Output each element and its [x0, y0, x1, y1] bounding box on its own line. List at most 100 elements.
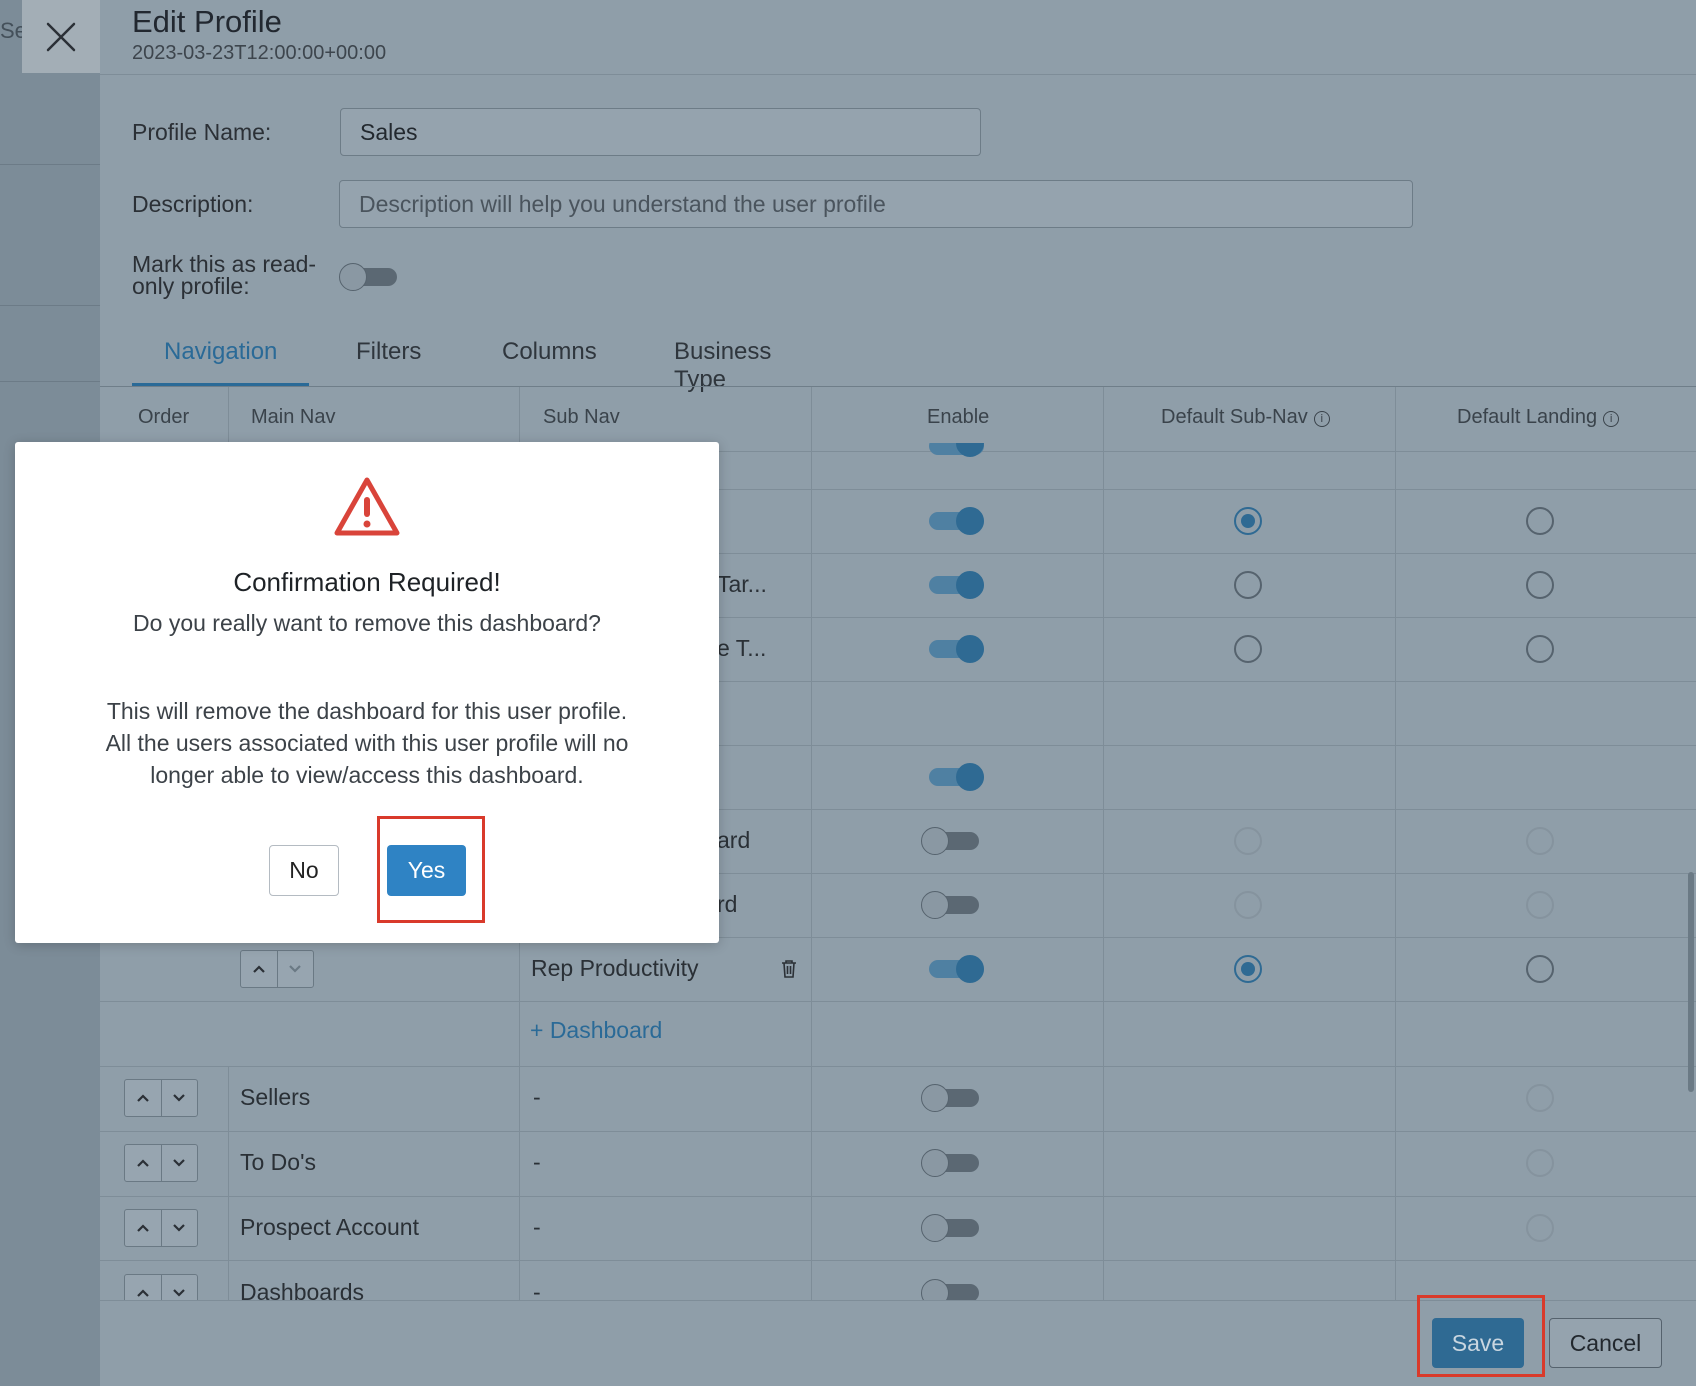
- scrollbar[interactable]: [1688, 872, 1694, 1092]
- readonly-label: Mark this as read- only profile:: [132, 251, 317, 299]
- save-button[interactable]: Save: [1432, 1318, 1524, 1368]
- sub-nav-label: rd: [717, 891, 738, 917]
- column-divider: [228, 1260, 229, 1300]
- move-down-button[interactable]: [160, 1210, 198, 1246]
- main-nav-sellers: Sellers: [240, 1084, 311, 1110]
- readonly-label-line2: only profile:: [132, 273, 250, 299]
- default-landing-radio[interactable]: [1526, 507, 1554, 535]
- tab-filters[interactable]: Filters: [356, 338, 421, 366]
- default-landing-radio[interactable]: [1526, 571, 1554, 599]
- default-sub-nav-radio[interactable]: [1234, 571, 1262, 599]
- default-sub-nav-radio[interactable]: [1234, 635, 1262, 663]
- chevron-up-icon: [136, 1094, 149, 1102]
- main-nav-prospect-account: Prospect Account: [240, 1214, 419, 1240]
- column-divider: [811, 387, 812, 1300]
- chevron-up-icon: [252, 965, 265, 973]
- enable-toggle[interactable]: [926, 954, 984, 983]
- move-up-button[interactable]: [241, 951, 277, 987]
- header-sub-nav: Sub Nav: [543, 406, 620, 428]
- sub-nav-rep-productivity: Rep Productivity: [531, 955, 699, 981]
- trash-icon[interactable]: [781, 959, 797, 979]
- order-controls: [124, 1274, 198, 1300]
- enable-toggle[interactable]: [926, 506, 984, 535]
- modal-body-line: This will remove the dashboard for this …: [106, 698, 628, 724]
- chevron-up-icon: [136, 1159, 149, 1167]
- description-input[interactable]: Description will help you understand the…: [339, 180, 1413, 228]
- move-down-button[interactable]: [160, 1275, 198, 1300]
- default-landing-radio[interactable]: [1526, 1149, 1554, 1177]
- move-up-button[interactable]: [125, 1210, 161, 1246]
- default-sub-nav-radio[interactable]: [1234, 827, 1262, 855]
- header-main-nav: Main Nav: [251, 406, 336, 428]
- enable-toggle[interactable]: [921, 1213, 979, 1242]
- sub-nav-value: -: [533, 1279, 541, 1300]
- tab-navigation[interactable]: Navigation: [164, 338, 277, 366]
- close-drawer-button[interactable]: [22, 0, 100, 73]
- drawer-header: Edit Profile 2023-03-23T12:00:00+00:00: [100, 0, 1696, 75]
- enable-toggle[interactable]: [926, 762, 984, 791]
- order-controls: [124, 1079, 198, 1117]
- close-icon: [46, 22, 76, 51]
- row-divider: [100, 1196, 1696, 1197]
- info-icon[interactable]: i: [1603, 411, 1620, 427]
- modal-body-line: longer able to view/access this dashboar…: [150, 762, 584, 788]
- drawer-timestamp: 2023-03-23T12:00:00+00:00: [132, 42, 387, 64]
- enable-toggle[interactable]: [926, 570, 984, 599]
- modal-title: Confirmation Required!: [233, 567, 501, 597]
- default-landing-radio[interactable]: [1526, 955, 1554, 983]
- move-down-button[interactable]: [276, 951, 314, 987]
- row-divider: [100, 1131, 1696, 1132]
- sub-nav-label: e T...: [717, 635, 767, 661]
- enable-toggle[interactable]: [921, 890, 979, 919]
- add-dashboard-link[interactable]: + Dashboard: [530, 1017, 662, 1044]
- enable-toggle[interactable]: [926, 443, 984, 457]
- header-enable: Enable: [927, 406, 990, 428]
- modal-question: Do you really want to remove this dashbo…: [133, 610, 601, 636]
- move-up-button[interactable]: [125, 1275, 161, 1300]
- cancel-button[interactable]: Cancel: [1549, 1318, 1662, 1368]
- main-nav-dashboards: Dashboards: [240, 1279, 365, 1300]
- description-label: Description:: [132, 191, 254, 217]
- confirmation-modal: Confirmation Required! Do you really wan…: [15, 442, 719, 943]
- default-sub-nav-radio[interactable]: [1234, 891, 1262, 919]
- default-sub-nav-radio[interactable]: [1234, 955, 1262, 983]
- sub-nav-label: ard: [717, 827, 751, 853]
- move-down-button[interactable]: [160, 1145, 198, 1181]
- no-button[interactable]: No: [269, 845, 339, 896]
- chevron-down-icon: [173, 1224, 186, 1232]
- enable-toggle[interactable]: [921, 1083, 979, 1112]
- row-divider: [100, 1066, 1696, 1067]
- yes-button[interactable]: Yes: [387, 845, 466, 896]
- chevron-down-icon: [173, 1289, 186, 1297]
- chevron-up-icon: [136, 1224, 149, 1232]
- column-divider: [1103, 387, 1104, 1300]
- default-landing-radio[interactable]: [1526, 827, 1554, 855]
- sub-nav-value: -: [533, 1149, 541, 1175]
- move-up-button[interactable]: [125, 1080, 161, 1116]
- tab-columns[interactable]: Columns: [502, 338, 597, 366]
- row-divider: [100, 1260, 1696, 1261]
- header-order: Order: [138, 406, 190, 428]
- sub-nav-label: Tar...: [717, 571, 767, 597]
- enable-toggle[interactable]: [921, 826, 979, 855]
- default-sub-nav-radio[interactable]: [1234, 507, 1262, 535]
- enable-toggle[interactable]: [921, 1148, 979, 1177]
- sub-nav-value: -: [533, 1214, 541, 1240]
- default-landing-radio[interactable]: [1526, 635, 1554, 663]
- profile-name-input[interactable]: Sales: [340, 108, 981, 156]
- header-default-landing: Default Landing i: [1457, 406, 1620, 429]
- readonly-toggle[interactable]: [339, 262, 397, 291]
- header-default-sub-nav: Default Sub-Nav i: [1161, 406, 1330, 429]
- background-strip: [0, 73, 100, 165]
- default-landing-radio[interactable]: [1526, 891, 1554, 919]
- move-down-button[interactable]: [160, 1080, 198, 1116]
- order-controls: [124, 1144, 198, 1182]
- enable-toggle[interactable]: [926, 634, 984, 663]
- info-icon[interactable]: i: [1313, 411, 1330, 427]
- default-landing-radio[interactable]: [1526, 1214, 1554, 1242]
- readonly-label-line1: Mark this as read-: [132, 251, 317, 277]
- default-landing-radio[interactable]: [1526, 1084, 1554, 1112]
- chevron-up-icon: [136, 1289, 149, 1297]
- move-up-button[interactable]: [125, 1145, 161, 1181]
- enable-toggle[interactable]: [921, 1278, 979, 1300]
